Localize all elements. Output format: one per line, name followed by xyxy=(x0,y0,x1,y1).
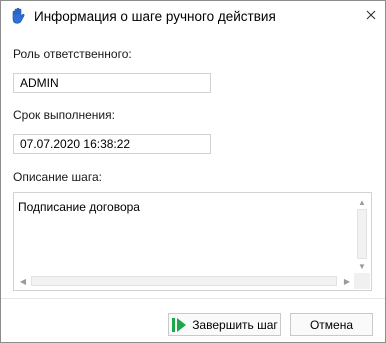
play-step-icon xyxy=(171,317,187,333)
responsible-role-label: Роль ответственного: xyxy=(13,47,132,61)
close-button[interactable] xyxy=(357,1,385,31)
scroll-down-arrow-icon[interactable]: ▼ xyxy=(356,260,368,272)
dialog-title: Информация о шаге ручного действия xyxy=(34,9,276,24)
step-description-memo[interactable]: Подписание договора ▲ ▼ ◀ ▶ xyxy=(13,192,372,291)
deadline-field[interactable]: 07.07.2020 16:38:22 xyxy=(13,134,211,154)
scroll-right-arrow-icon[interactable]: ▶ xyxy=(341,275,353,287)
cancel-button[interactable]: Отмена xyxy=(290,313,373,336)
scroll-up-arrow-icon[interactable]: ▲ xyxy=(356,196,368,208)
vertical-scrollbar[interactable]: ▲ ▼ xyxy=(354,194,370,274)
horizontal-scroll-thumb[interactable] xyxy=(31,276,337,286)
scrollbar-corner xyxy=(354,273,370,289)
scroll-left-arrow-icon[interactable]: ◀ xyxy=(17,275,29,287)
close-icon xyxy=(366,9,376,23)
step-description-text: Подписание договора xyxy=(18,200,140,214)
cancel-label: Отмена xyxy=(309,317,354,332)
step-description-label: Описание шага: xyxy=(13,170,102,184)
responsible-role-field[interactable]: ADMIN xyxy=(13,73,211,93)
manual-step-info-dialog: Информация о шаге ручного действия Роль … xyxy=(0,0,386,343)
horizontal-scrollbar[interactable]: ◀ ▶ xyxy=(15,273,355,289)
deadline-label: Срок выполнения: xyxy=(13,108,115,122)
hand-icon xyxy=(9,7,27,25)
footer-divider xyxy=(1,298,385,299)
vertical-scroll-thumb[interactable] xyxy=(357,209,367,259)
title-bar: Информация о шаге ручного действия xyxy=(1,1,385,33)
finish-step-button[interactable]: Завершить шаг xyxy=(168,313,281,336)
finish-step-label: Завершить шаг xyxy=(192,317,278,332)
